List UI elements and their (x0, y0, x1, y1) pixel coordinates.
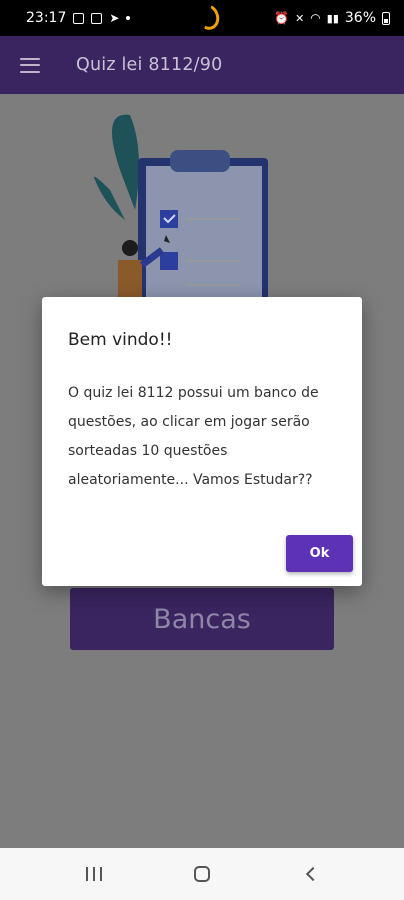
home-button[interactable] (182, 854, 222, 894)
battery-level: 36% (344, 10, 376, 26)
navigation-bar (0, 848, 404, 900)
app-bar: Quiz lei 8112/90 (0, 36, 404, 94)
alarm-icon: ⏰ (274, 11, 290, 25)
back-icon (305, 866, 321, 882)
signal-icon: ▮▮ (326, 11, 339, 25)
dialog-message: O quiz lei 8112 possui um banco de quest… (68, 385, 319, 488)
recents-icon (86, 867, 102, 881)
status-bar: 23:17 ➤ ⏰ ✕ ◠ ▮▮ 36% (0, 0, 404, 36)
home-icon (194, 866, 210, 882)
dialog-title: Bem vindo!! (68, 330, 173, 350)
battery-icon (382, 11, 390, 25)
bancas-button[interactable]: Bancas (70, 588, 334, 650)
gallery-notification-icon (73, 12, 85, 24)
recents-button[interactable] (74, 854, 114, 894)
page-title: Quiz lei 8112/90 (76, 55, 223, 75)
quiz-illustration (94, 114, 268, 300)
welcome-dialog: Bem vindo!! O quiz lei 8112 possui um ba… (42, 297, 362, 586)
more-notifications-icon (126, 16, 131, 20)
app-notification-icon (91, 12, 103, 24)
status-time: 23:17 (26, 10, 67, 26)
telegram-notification-icon: ➤ (109, 11, 120, 25)
status-left: 23:17 ➤ (26, 10, 131, 26)
status-right: ⏰ ✕ ◠ ▮▮ 36% (274, 10, 390, 26)
ok-button[interactable]: Ok (286, 535, 353, 572)
menu-icon[interactable] (20, 57, 40, 73)
mute-icon: ✕ (295, 11, 305, 25)
loading-spinner-icon (193, 1, 223, 33)
wifi-icon: ◠ (310, 11, 321, 25)
back-button[interactable] (290, 854, 330, 894)
